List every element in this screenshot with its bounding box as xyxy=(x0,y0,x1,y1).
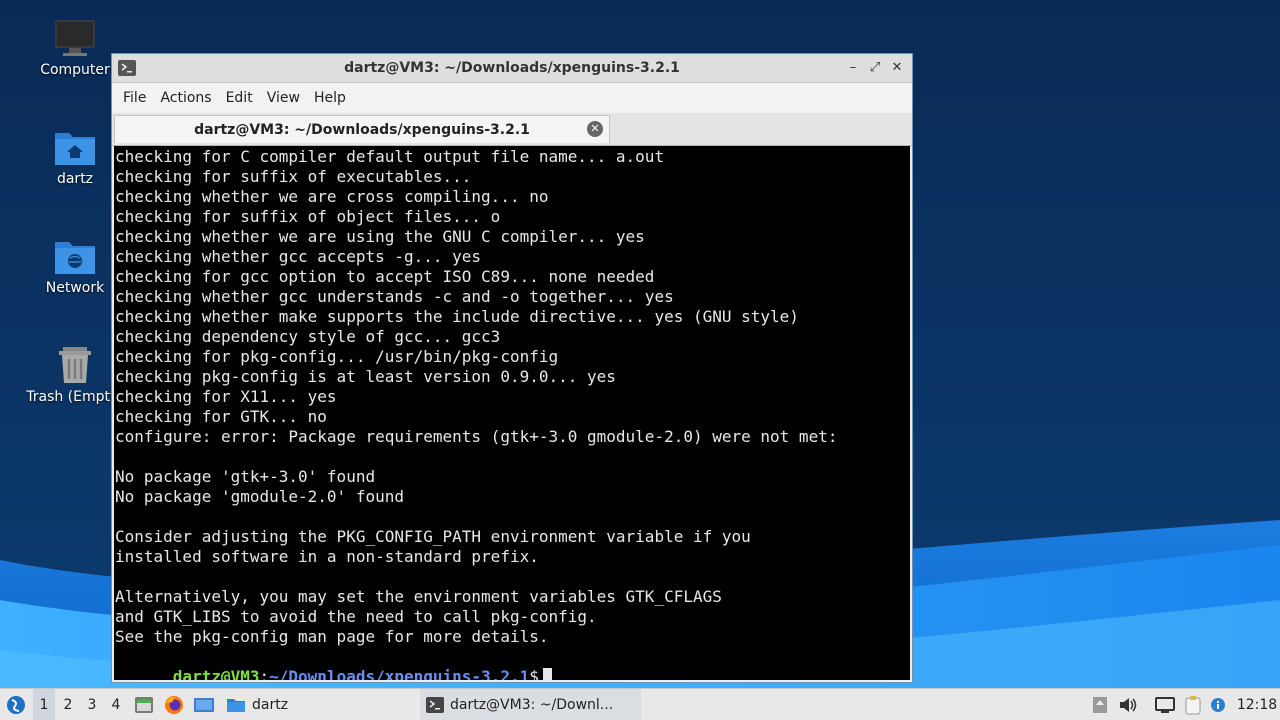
tab-close-icon[interactable]: ✕ xyxy=(587,121,603,137)
info-icon xyxy=(1211,697,1225,712)
terminal-window: dartz@VM3: ~/Downloads/xpenguins-3.2.1 –… xyxy=(111,53,913,683)
terminal-line: checking dependency style of gcc... gcc3 xyxy=(115,327,501,346)
terminal-line: checking whether gcc understands -c and … xyxy=(115,287,674,306)
tab-bar: dartz@VM3: ~/Downloads/xpenguins-3.2.1 ✕ xyxy=(112,113,912,146)
computer-icon xyxy=(55,20,95,56)
terminal-line: installed software in a non-standard pre… xyxy=(115,547,539,566)
tray-notifications[interactable] xyxy=(1208,689,1228,720)
terminal-line: checking for C compiler default output f… xyxy=(115,147,665,166)
terminal-icon xyxy=(426,696,444,713)
show-desktop-button[interactable] xyxy=(192,689,216,720)
desktop-icon-label: Computer xyxy=(40,62,110,78)
prompt-user-host: dartz@VM3 xyxy=(172,667,260,680)
maximize-button[interactable]: ⤢ xyxy=(866,58,884,76)
file-manager-icon xyxy=(135,696,153,713)
terminal-output[interactable]: checking for C compiler default output f… xyxy=(114,146,910,680)
folder-icon xyxy=(227,698,245,712)
menu-file[interactable]: File xyxy=(116,90,153,106)
terminal-app-icon xyxy=(118,60,136,76)
start-menu-button[interactable] xyxy=(4,689,28,720)
terminal-line: See the pkg-config man page for more det… xyxy=(115,627,549,646)
terminal-line: checking for pkg-config... /usr/bin/pkg-… xyxy=(115,347,559,366)
desktop-icon-label: Network xyxy=(45,280,105,296)
desktop-icon-label: Trash (Empty) xyxy=(26,389,124,405)
tray-clipboard[interactable] xyxy=(1182,689,1204,720)
workspace-4-button[interactable]: 4 xyxy=(105,689,127,720)
tray-volume[interactable] xyxy=(1117,689,1139,720)
network-folder-icon xyxy=(55,242,95,274)
tray-network[interactable] xyxy=(1154,689,1176,720)
prompt-colon: : xyxy=(259,667,270,680)
terminal-line: checking for suffix of executables... xyxy=(115,167,472,186)
terminal-line: checking whether gcc accepts -g... yes xyxy=(115,247,482,266)
desktop-icon xyxy=(194,697,214,712)
clipboard-icon xyxy=(1185,695,1201,714)
taskbar-folder-label: dartz xyxy=(252,696,289,713)
terminal-line: checking pkg-config is at least version … xyxy=(115,367,616,386)
workspace-1-button[interactable]: 1 xyxy=(33,689,55,720)
terminal-line: checking whether make supports the inclu… xyxy=(115,307,799,326)
terminal-line: checking whether we are cross compiling.… xyxy=(115,187,549,206)
terminal-line: checking for X11... yes xyxy=(115,387,337,406)
firefox-icon xyxy=(165,695,183,714)
file-manager-launcher[interactable] xyxy=(133,689,155,720)
menu-bar: File Actions Edit View Help xyxy=(112,83,912,113)
tab-label: dartz@VM3: ~/Downloads/xpenguins-3.2.1 xyxy=(194,121,530,138)
menu-view[interactable]: View xyxy=(260,90,307,106)
network-icon xyxy=(1155,696,1175,713)
firefox-launcher[interactable] xyxy=(163,689,185,720)
taskbar: 1 2 3 4 dartz dartz@VM3: ~/Downl... 12:1… xyxy=(0,688,1280,720)
terminal-line: checking whether we are using the GNU C … xyxy=(115,227,645,246)
workspace-2-button[interactable]: 2 xyxy=(57,689,79,720)
tray-update-icon xyxy=(1093,696,1107,713)
window-titlebar[interactable]: dartz@VM3: ~/Downloads/xpenguins-3.2.1 –… xyxy=(112,54,912,83)
terminal-line: checking for suffix of object files... o xyxy=(115,207,501,226)
tab-terminal[interactable]: dartz@VM3: ~/Downloads/xpenguins-3.2.1 ✕ xyxy=(114,115,610,143)
terminal-line: Alternatively, you may set the environme… xyxy=(115,587,722,606)
taskbar-terminal-task[interactable]: dartz@VM3: ~/Downl... xyxy=(420,689,641,720)
trash-icon xyxy=(59,347,91,383)
menu-actions[interactable]: Actions xyxy=(153,90,218,106)
tray-updates[interactable] xyxy=(1090,689,1110,720)
terminal-line: checking for GTK... no xyxy=(115,407,327,426)
home-folder-icon xyxy=(55,133,95,165)
prompt-path: ~/Downloads/xpenguins-3.2.1 xyxy=(269,667,530,680)
menu-edit[interactable]: Edit xyxy=(219,90,260,106)
start-menu-icon xyxy=(7,695,25,714)
terminal-prompt-line[interactable]: dartz@VM3:~/Downloads/xpenguins-3.2.1$ xyxy=(114,647,910,680)
terminal-line: checking for gcc option to accept ISO C8… xyxy=(115,267,655,286)
close-button[interactable]: ✕ xyxy=(888,58,906,76)
text-cursor xyxy=(542,668,552,680)
desktop-icon-label: dartz xyxy=(56,171,94,187)
terminal-line: and GTK_LIBS to avoid the need to call p… xyxy=(115,607,597,626)
menu-help[interactable]: Help xyxy=(307,90,353,106)
prompt-symbol: $ xyxy=(529,667,539,680)
terminal-line: No package 'gtk+-3.0' found xyxy=(115,467,376,486)
terminal-line: No package 'gmodule-2.0' found xyxy=(115,487,404,506)
clock[interactable]: 12:18 xyxy=(1237,689,1277,720)
workspace-3-button[interactable]: 3 xyxy=(81,689,103,720)
terminal-line: configure: error: Package requirements (… xyxy=(115,427,838,446)
taskbar-terminal-label: dartz@VM3: ~/Downl... xyxy=(450,696,614,713)
volume-icon xyxy=(1120,697,1137,712)
window-title: dartz@VM3: ~/Downloads/xpenguins-3.2.1 xyxy=(344,60,680,76)
minimize-button[interactable]: – xyxy=(844,58,862,76)
terminal-line: Consider adjusting the PKG_CONFIG_PATH e… xyxy=(115,527,751,546)
taskbar-folder-task[interactable]: dartz xyxy=(224,689,294,720)
